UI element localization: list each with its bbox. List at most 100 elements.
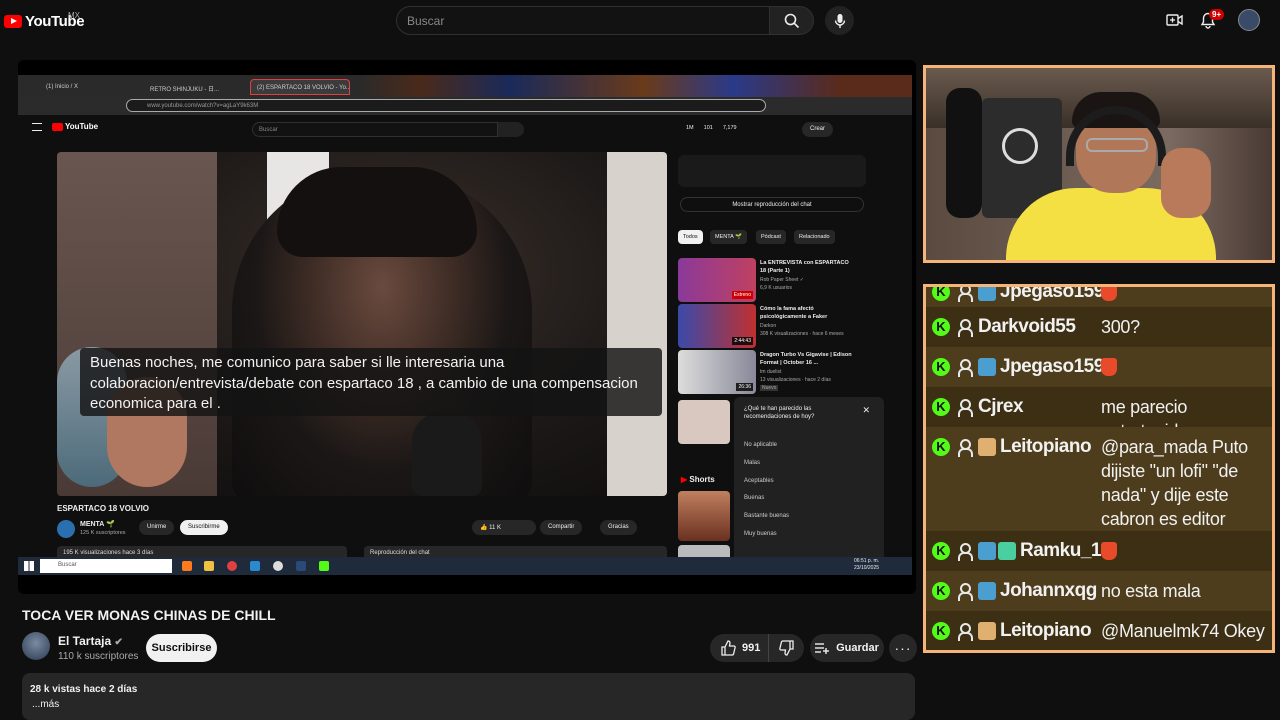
windows-start-icon[interactable] <box>24 561 34 571</box>
rec-duration: 2:44:43 <box>732 337 753 345</box>
subscribe-button[interactable]: Suscribirme <box>180 520 228 535</box>
video-hair <box>277 167 477 257</box>
kick-badge-icon: K <box>932 398 950 416</box>
chat-username: Johannxqg <box>1000 580 1097 601</box>
webcam-hand <box>1161 148 1211 218</box>
user-icon <box>956 318 973 337</box>
chat-message: K Leitopiano @Manuelmk74 Okey <box>926 611 1272 650</box>
share-button[interactable]: Compartir <box>540 520 583 535</box>
browser-toolbar: www.youtube.com/watch?v=agLaY9k63M <box>18 97 912 115</box>
rec-item[interactable]: 26:36 Dragon Turbo Vs Gigavise | Edison … <box>678 350 878 394</box>
emote-icon <box>978 438 996 456</box>
webcam-overlay <box>923 65 1275 263</box>
video-title: TOCA VER MONAS CHINAS DE CHILL <box>22 607 276 623</box>
more-actions-button[interactable]: ··· <box>889 634 917 662</box>
kick-badge-icon: K <box>932 582 950 600</box>
rec-thumbnail: 2:44:43 <box>678 304 756 348</box>
like-count: 11 K <box>489 525 502 531</box>
search-input[interactable]: Buscar <box>396 6 770 35</box>
chat-username: Jpegaso159 <box>1000 284 1104 302</box>
rec-thumbnail[interactable] <box>678 400 730 444</box>
rec-meta: 308 K visualizaciones · hace 6 meses <box>760 331 844 337</box>
screen-share: (1) Inicio / X RETRO SHINJUKU - 日... (2)… <box>18 60 916 594</box>
show-more-link[interactable]: ...más <box>32 699 59 710</box>
close-icon[interactable]: ✕ <box>862 405 870 416</box>
create-button[interactable] <box>1165 10 1185 30</box>
survey-popup: ¿Qué te han parecido las recomendaciones… <box>734 397 884 567</box>
thanks-button[interactable]: Gracias <box>600 520 637 535</box>
owner-name-text: El Tartaja <box>58 634 112 648</box>
rec-item[interactable]: Estreno La ENTREVISTA con ESPARTACO 18 (… <box>678 258 878 302</box>
browser-tab-active[interactable]: (2) ESPARTACO 18 VOLVIO - Yo... <box>250 79 350 95</box>
join-button[interactable]: Unirme <box>139 520 175 535</box>
youtube-play-icon <box>4 14 22 28</box>
obs-icon[interactable] <box>273 561 283 571</box>
channel-name[interactable]: MENTA 🌱 <box>80 520 115 528</box>
search-button[interactable] <box>769 6 814 35</box>
folder-icon[interactable] <box>204 561 214 571</box>
owner-name[interactable]: El Tartaja ✔ <box>58 634 123 648</box>
survey-option[interactable]: Muy buenas <box>744 531 777 537</box>
inner-youtube-logo[interactable]: YouTube <box>52 122 98 131</box>
user-icon <box>956 358 973 377</box>
emote-icon <box>978 287 996 301</box>
account-avatar[interactable] <box>1238 9 1260 31</box>
address-bar[interactable]: www.youtube.com/watch?v=agLaY9k63M <box>126 99 766 112</box>
chip-podcast[interactable]: Pódcast <box>756 230 786 244</box>
channel-subs: 125 K suscriptores <box>80 530 126 536</box>
inner-search-button[interactable] <box>498 122 524 137</box>
shorts-heading: ▶ Shorts <box>681 475 715 484</box>
view-stats: 28 k vistas hace 2 días <box>30 684 138 695</box>
emote-icon <box>978 622 996 640</box>
dislike-button[interactable] <box>768 634 804 662</box>
rec-item[interactable]: 2:44:43 Cómo la fama afectó psicológicam… <box>678 304 878 348</box>
voice-search-button[interactable] <box>825 6 854 35</box>
kick-icon[interactable] <box>319 561 329 571</box>
channel-avatar[interactable] <box>57 520 75 538</box>
verified-icon: ✔ <box>114 637 123 648</box>
emote-icon <box>978 358 996 376</box>
survey-option[interactable]: Buenas <box>744 495 764 501</box>
survey-option[interactable]: Malas <box>744 460 760 466</box>
survey-option[interactable]: Bastante buenas <box>744 513 789 519</box>
short-thumbnail[interactable] <box>678 491 730 541</box>
browser-tab[interactable]: (1) Inicio / X <box>40 79 140 95</box>
chat-message: K Johannxqg no esta mala <box>926 571 1272 611</box>
save-button[interactable]: Guardar <box>810 634 884 662</box>
description-box[interactable]: 28 k vistas hace 2 días ...más <box>22 673 915 720</box>
counter: 7,179 <box>722 125 737 131</box>
chrome-icon[interactable] <box>227 561 237 571</box>
steam-icon[interactable] <box>296 561 306 571</box>
show-chat-replay-button[interactable]: Mostrar reproducción del chat <box>680 197 864 212</box>
taskbar-search[interactable]: Buscar <box>40 559 172 573</box>
masthead: YouTube MX Buscar 9+ <box>0 0 1280 56</box>
survey-option[interactable]: Aceptables <box>744 478 774 484</box>
firefox-icon[interactable] <box>182 561 192 571</box>
mic-icon <box>834 13 845 28</box>
survey-option[interactable]: No aplicable <box>744 442 777 448</box>
webcam-microphone <box>946 88 982 218</box>
chip-all[interactable]: Todos <box>678 230 703 244</box>
browser-tab[interactable]: RETRO SHINJUKU - 日... <box>144 79 244 95</box>
owner-avatar[interactable] <box>22 632 50 660</box>
chat-text: @Manuelmk74 Okey <box>1101 621 1265 641</box>
inner-search-input[interactable]: Buscar <box>252 122 498 137</box>
clock-date: 23/10/2025 <box>854 565 880 571</box>
chat-header-box <box>678 155 866 187</box>
video-player[interactable] <box>57 152 667 496</box>
rec-title: Dragon Turbo Vs Gigavise | Edison Format… <box>760 352 852 366</box>
chat-message: K Jpegaso159 <box>926 347 1272 387</box>
kick-badge-icon: K <box>932 358 950 376</box>
user-icon <box>956 438 973 457</box>
edge-icon[interactable] <box>250 561 260 571</box>
like-button[interactable]: 👍 11 K <box>472 520 536 535</box>
chip-channel[interactable]: MENTA 🌱 <box>710 230 747 244</box>
like-button[interactable]: 991 <box>710 634 768 662</box>
chat-overlay: K Jpegaso159 K Darkvoid55 300? K Jpegaso… <box>923 284 1275 653</box>
user-icon <box>956 287 973 302</box>
kick-badge-icon: K <box>932 438 950 456</box>
chip-related[interactable]: Relacionado <box>794 230 835 244</box>
create-button[interactable]: Crear <box>802 122 834 137</box>
subscribe-button[interactable]: Suscribirse <box>146 634 217 662</box>
menu-icon[interactable] <box>32 123 42 131</box>
